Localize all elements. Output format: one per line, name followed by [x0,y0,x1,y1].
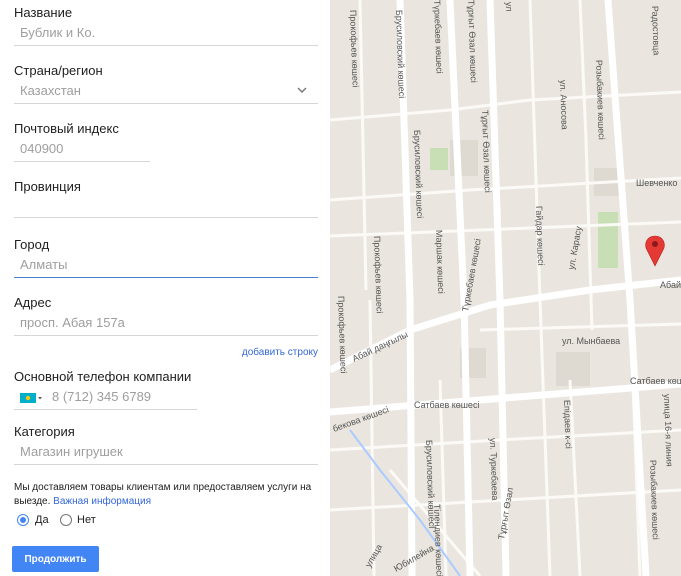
street-ulitsa-16: улица 16-я линия [662,394,675,467]
delivery-no-label[interactable]: Нет [77,514,96,526]
street-ulitsa-bottom: улица [363,543,384,569]
street-satbaev-right: Сатбаев көшесі [630,376,681,386]
street-ul-anosova: ул. Аносова [558,80,570,130]
name-placeholder: Бублик и Ко. [20,25,96,40]
address-label: Адрес [14,295,52,310]
country-select[interactable]: Казахстан [14,80,318,104]
category-input[interactable]: Магазин игрушек [14,441,318,465]
street-satbaev: Сатбаев көшесі [414,400,479,410]
street-tyrgyt-ozal-mid: Тұрғыт Өзал көшесі [480,110,493,193]
street-shevchenko: Шевченко [636,178,677,188]
business-info-form: Название Бублик и Ко. Страна/регион Каза… [0,0,330,576]
postal-value: 040900 [20,141,64,156]
delivery-no-radio[interactable] [60,514,72,526]
street-radostovca: Радостовца [650,6,662,56]
important-info-link[interactable]: Важная информация [53,496,151,507]
location-marker-icon[interactable] [645,235,665,267]
name-input[interactable]: Бублик и Ко. [14,22,318,46]
street-rozybakiev: Розыбакиев көшесі [594,60,607,140]
delivery-yes-label[interactable]: Да [35,514,49,526]
address-value: просп. Абая 157а [20,315,125,330]
phone-value: 8 (712) 345 6789 [52,389,152,404]
city-input[interactable]: Алматы [14,254,318,278]
country-value: Казахстан [20,83,81,98]
street-ul-karasu: ул. Карасу [566,225,584,270]
add-line-link[interactable]: добавить строку [242,347,318,358]
park-area [430,148,448,170]
phone-label: Основной телефон компании [14,369,192,384]
country-label: Страна/регион [14,63,103,78]
location-map[interactable]: Прокофьев көшесі Брусиловский көшесі Түр… [330,0,681,576]
delivery-question: Мы доставляем товары клиентам или предос… [14,481,320,509]
phone-input[interactable]: 8 (712) 345 6789 [14,386,197,410]
street-tlendiev: Тілендиев көшесі [432,504,445,576]
city-label: Город [14,237,50,252]
street-gaidar: Гайдар көшесі [534,206,546,266]
province-label: Провинция [14,179,81,194]
category-label: Категория [14,424,75,439]
street-turkeyev-top: Түркебаев көшесі [432,0,445,74]
street-brusilovsky: Брусиловский көшесі [394,10,407,99]
category-value: Магазин игрушек [20,444,123,459]
street-abai-right: Абай [660,280,681,290]
street-tyrgyt-ozal-top: Тұрғыт Өзал көшесі [466,0,479,83]
street-ul-mynbaeva: ул. Мынбаева [562,336,620,346]
street-ul-short: ул [504,2,514,12]
street-prokofiev-mid: Прокофьев көшесі [372,236,385,314]
kazakhstan-flag-icon[interactable] [20,391,44,405]
delivery-yes-radio[interactable] [17,514,29,526]
street-ul-turkebaeva: ул. Туркебаева [488,438,500,501]
street-abai: Абай даңғылы [351,329,410,363]
building-block [556,352,590,386]
city-value: Алматы [20,257,68,272]
postal-label: Почтовый индекс [14,121,119,136]
chevron-down-icon [297,87,307,93]
street-brusilovsky-mid: Брусиловский көшесі [412,130,425,219]
street-left-vertical: Прокофьев көшесі [336,296,349,374]
map-canvas[interactable]: Прокофьев көшесі Брусиловский көшесі Түр… [330,0,681,576]
postal-input[interactable]: 040900 [14,138,150,162]
street-marshak: Маршак көшесі [434,230,446,294]
continue-button[interactable]: Продолжить [12,546,99,572]
address-input[interactable]: просп. Абая 157а [14,312,318,336]
name-label: Название [14,5,73,20]
park-area [598,212,618,268]
street-rozybakiev-bottom: Розыбакиев көшесі [648,460,661,540]
province-input[interactable] [14,194,318,218]
street-prokofiev-top: Прокофьев көшесі [348,10,361,88]
street-epidaeva: Епідаев к-сі [562,400,574,449]
